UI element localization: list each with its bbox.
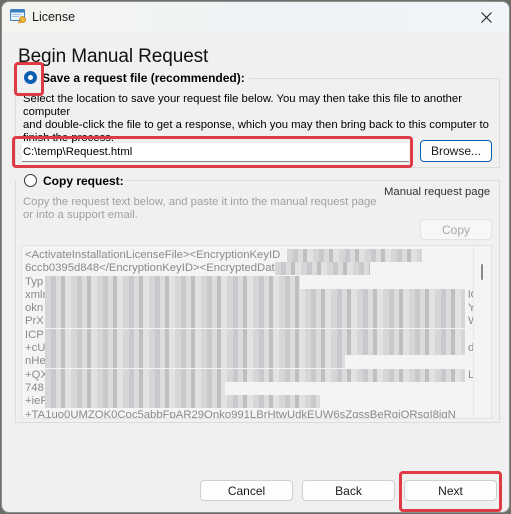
request-text-line: Typ [25, 275, 475, 289]
redacted-block [45, 355, 345, 369]
browse-button[interactable]: Browse... [420, 140, 492, 162]
request-text-line: ICP [25, 328, 475, 342]
redacted-block [45, 342, 465, 356]
request-file-path-input[interactable] [22, 143, 409, 162]
request-text-line-content: 6ccb0395d848</EncryptionKeyID><Encrypted… [25, 262, 281, 275]
request-text-line: 6ccb0395d848</EncryptionKeyID><Encrypted… [25, 262, 475, 276]
back-button[interactable]: Back [302, 480, 395, 501]
description-line: and double-click the file to get a respo… [23, 119, 489, 131]
manual-request-page-link[interactable]: Manual request page [384, 186, 490, 199]
redacted-block [45, 328, 465, 342]
request-text-line-content: nHe [25, 355, 46, 368]
request-text-line-content: xmlr [25, 288, 47, 301]
request-text-line-content: +ieF [25, 395, 48, 408]
copy-request-description: Copy the request text below, and paste i… [23, 196, 377, 222]
request-text-line: +cUd8 [25, 342, 481, 356]
request-text-line: xmlrlGt [25, 288, 482, 302]
request-text-line-content: +TA1uo0UMZOK0Coc5abbFpAR29Qnko991LBrHtwU… [25, 408, 456, 419]
vertical-scrollbar[interactable] [473, 246, 491, 418]
page-title: Begin Manual Request [18, 46, 209, 67]
window-title: License [32, 10, 76, 24]
description-line: or into a support email. [23, 209, 138, 221]
redacted-block [275, 262, 370, 276]
title-bar: License [2, 2, 509, 32]
license-dialog: License Begin Manual Request Save a requ… [1, 1, 510, 513]
request-text-line-content: 748 [25, 381, 44, 394]
copy-button[interactable]: Copy [420, 219, 492, 240]
request-text-line: PrXW [25, 315, 479, 329]
next-button[interactable]: Next [404, 480, 497, 501]
redacted-block [45, 395, 320, 409]
save-request-radio[interactable] [24, 71, 37, 84]
close-button[interactable] [463, 2, 509, 32]
redacted-block [45, 381, 225, 395]
request-text-line: <ActivateInstallationLicenseFile><Encryp… [25, 249, 475, 262]
request-text-area[interactable]: <ActivateInstallationLicenseFile><Encryp… [21, 245, 492, 419]
request-text-line: nHe [25, 355, 475, 369]
request-text-line-content: +cU [25, 342, 46, 355]
license-key-icon [10, 9, 26, 24]
request-text-line: 748 [25, 381, 475, 395]
copy-request-label[interactable]: Copy request: [43, 174, 124, 188]
redacted-block [287, 249, 422, 262]
redacted-block [45, 302, 465, 316]
save-request-label[interactable]: Save a request file (recommended): [42, 71, 245, 85]
request-text-line: +QXLo [25, 368, 481, 382]
redacted-block [45, 288, 465, 302]
request-text-line-content: okn [25, 302, 44, 315]
close-icon [480, 11, 492, 23]
save-request-description: Select the location to save your request… [23, 93, 509, 145]
group-border [126, 180, 500, 181]
request-text-line: okn Y [25, 302, 476, 316]
group-border [249, 78, 500, 79]
request-text-line: +ieF [25, 395, 475, 409]
redacted-block [45, 315, 465, 329]
redacted-block [45, 275, 300, 289]
request-text-line-content: <ActivateInstallationLicenseFile><Encryp… [25, 249, 281, 261]
copy-request-radio[interactable] [24, 174, 37, 187]
request-text-line-content: Typ [25, 275, 44, 288]
request-text-line-content: ICP [25, 328, 44, 341]
description-line: Select the location to save your request… [23, 93, 462, 118]
scrollbar-thumb[interactable] [481, 264, 483, 280]
redacted-block [45, 368, 465, 382]
request-text: <ActivateInstallationLicenseFile><Encryp… [25, 249, 482, 419]
request-text-line: +TA1uo0UMZOK0Coc5abbFpAR29Qnko991LBrHtwU… [25, 408, 475, 419]
cancel-button[interactable]: Cancel [200, 480, 293, 501]
description-line: Copy the request text below, and paste i… [23, 196, 377, 208]
request-text-line-content: PrX [25, 315, 44, 328]
